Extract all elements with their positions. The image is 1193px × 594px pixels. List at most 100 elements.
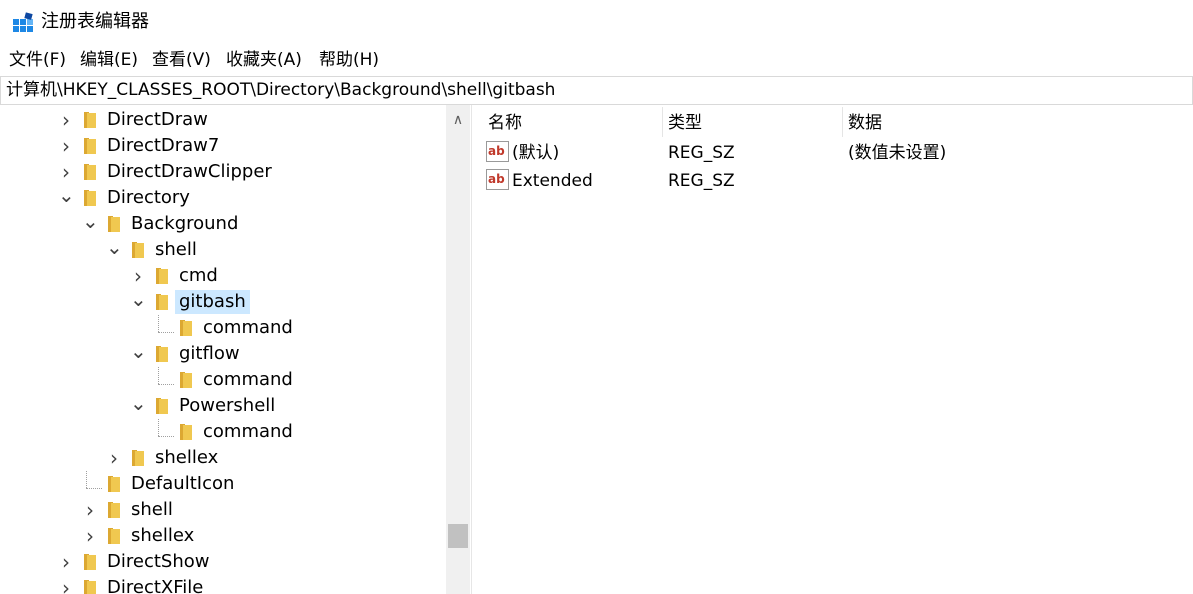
tree-node[interactable]: › shell bbox=[0, 497, 446, 523]
svg-text:ab: ab bbox=[488, 172, 505, 186]
chevron-down-icon[interactable]: ⌄ bbox=[130, 393, 147, 414]
values-list[interactable]: 名称 类型 数据 ab (默认) REG_SZ (数值未设置) ab Extended RE… bbox=[482, 105, 1193, 594]
tree-node[interactable]: ⌄ Background bbox=[0, 211, 446, 237]
folder-icon bbox=[155, 345, 169, 363]
column-header-type[interactable]: 类型 bbox=[668, 111, 702, 135]
value-data: (数值未设置) bbox=[848, 143, 947, 163]
tree-node[interactable]: command bbox=[0, 315, 446, 341]
chevron-down-icon[interactable]: ⌄ bbox=[130, 341, 147, 362]
chevron-down-icon[interactable]: ⌄ bbox=[58, 185, 75, 206]
tree-node-label[interactable]: command bbox=[199, 316, 297, 340]
tree-node-label[interactable]: command bbox=[199, 420, 297, 444]
folder-icon bbox=[83, 111, 97, 129]
chevron-down-icon[interactable]: ⌄ bbox=[130, 289, 147, 310]
chevron-right-icon[interactable]: › bbox=[58, 162, 74, 182]
menu-file[interactable]: 文件(F) bbox=[6, 48, 69, 72]
folder-icon bbox=[179, 423, 193, 441]
tree-node-label[interactable]: Background bbox=[127, 212, 242, 236]
value-name[interactable]: Extended bbox=[512, 169, 593, 193]
tree-node[interactable]: ⌄ Directory bbox=[0, 185, 446, 211]
chevron-right-icon[interactable]: › bbox=[106, 448, 122, 468]
address-bar[interactable]: 计算机\HKEY_CLASSES_ROOT\Directory\Backgrou… bbox=[0, 76, 1193, 105]
folder-icon bbox=[107, 527, 121, 545]
tree-connector-line bbox=[86, 488, 102, 489]
registry-key-tree[interactable]: › DirectDraw › DirectDraw7 › DirectDrawClippe… bbox=[0, 105, 446, 594]
tree-node-label[interactable]: gitbash bbox=[175, 290, 250, 314]
column-divider[interactable] bbox=[842, 107, 843, 137]
scrollbar-thumb[interactable] bbox=[448, 524, 468, 548]
value-row[interactable]: ab Extended REG_SZ bbox=[482, 166, 1193, 194]
tree-node-label[interactable]: cmd bbox=[175, 264, 222, 288]
folder-icon bbox=[83, 553, 97, 571]
chevron-right-icon[interactable]: › bbox=[58, 110, 74, 130]
column-header-name[interactable]: 名称 bbox=[488, 111, 522, 135]
tree-node-label[interactable]: shell bbox=[127, 498, 177, 522]
title-bar: 注册表编辑器 bbox=[0, 0, 1193, 44]
tree-node[interactable]: › shellex bbox=[0, 523, 446, 549]
tree-node-label[interactable]: shellex bbox=[127, 524, 198, 548]
tree-node-label[interactable]: DirectXFile bbox=[103, 576, 207, 594]
value-type: REG_SZ bbox=[668, 143, 735, 163]
tree-connector-line bbox=[158, 384, 174, 385]
tree-node[interactable]: ⌄ gitflow bbox=[0, 341, 446, 367]
tree-node[interactable]: command bbox=[0, 419, 446, 445]
chevron-down-icon[interactable]: ⌄ bbox=[106, 237, 123, 258]
tree-node-label[interactable]: shellex bbox=[151, 446, 222, 470]
tree-node[interactable]: › DirectXFile bbox=[0, 575, 446, 594]
tree-node[interactable]: ⌄ Powershell bbox=[0, 393, 446, 419]
folder-icon bbox=[107, 215, 121, 233]
menu-favorites[interactable]: 收藏夹(A) bbox=[223, 48, 305, 72]
chevron-right-icon[interactable]: › bbox=[58, 552, 74, 572]
column-divider[interactable] bbox=[662, 107, 663, 137]
folder-icon bbox=[155, 293, 169, 311]
chevron-right-icon[interactable]: › bbox=[130, 266, 146, 286]
window-title: 注册表编辑器 bbox=[41, 11, 149, 32]
tree-node-label[interactable]: shell bbox=[151, 238, 201, 262]
folder-icon bbox=[107, 501, 121, 519]
tree-connector-line bbox=[158, 332, 174, 333]
tree-connector-line bbox=[86, 471, 87, 488]
tree-node[interactable]: › shellex bbox=[0, 445, 446, 471]
tree-node-label[interactable]: Powershell bbox=[175, 394, 279, 418]
menu-view[interactable]: 查看(V) bbox=[149, 48, 214, 72]
tree-node[interactable]: ⌄ gitbash bbox=[0, 289, 446, 315]
menu-help[interactable]: 帮助(H) bbox=[316, 48, 382, 72]
tree-node[interactable]: › DirectDraw bbox=[0, 107, 446, 133]
tree-connector-line bbox=[158, 436, 174, 437]
column-header-data[interactable]: 数据 bbox=[848, 111, 882, 135]
folder-icon bbox=[83, 137, 97, 155]
folder-icon bbox=[155, 397, 169, 415]
value-row[interactable]: ab (默认) REG_SZ (数值未设置) bbox=[482, 138, 1193, 166]
value-name[interactable]: (默认) bbox=[512, 141, 559, 165]
tree-node-label[interactable]: DefaultIcon bbox=[127, 472, 238, 496]
address-path[interactable]: 计算机\HKEY_CLASSES_ROOT\Directory\Backgrou… bbox=[6, 78, 555, 103]
chevron-right-icon[interactable]: › bbox=[82, 526, 98, 546]
tree-node[interactable]: DefaultIcon bbox=[0, 471, 446, 497]
string-value-icon: ab bbox=[486, 169, 509, 190]
tree-node[interactable]: ⌄ shell bbox=[0, 237, 446, 263]
registry-editor-icon bbox=[13, 12, 33, 32]
tree-node[interactable]: command bbox=[0, 367, 446, 393]
tree-node-label[interactable]: Directory bbox=[103, 186, 194, 210]
tree-node-label[interactable]: DirectDraw bbox=[103, 108, 212, 132]
scroll-up-arrow-icon[interactable]: ∧ bbox=[446, 109, 470, 131]
tree-node[interactable]: › DirectDraw7 bbox=[0, 133, 446, 159]
tree-node-label[interactable]: command bbox=[199, 368, 297, 392]
tree-node-label[interactable]: DirectDraw7 bbox=[103, 134, 223, 158]
tree-node[interactable]: › DirectShow bbox=[0, 549, 446, 575]
folder-icon bbox=[83, 163, 97, 181]
chevron-right-icon[interactable]: › bbox=[58, 578, 74, 594]
tree-node-label[interactable]: DirectDrawClipper bbox=[103, 160, 276, 184]
tree-node-label[interactable]: DirectShow bbox=[103, 550, 213, 574]
tree-node[interactable]: › DirectDrawClipper bbox=[0, 159, 446, 185]
menu-edit[interactable]: 编辑(E) bbox=[77, 48, 141, 72]
folder-icon bbox=[179, 319, 193, 337]
tree-scrollbar[interactable]: ∧ bbox=[446, 105, 470, 594]
chevron-right-icon[interactable]: › bbox=[82, 500, 98, 520]
tree-node[interactable]: › cmd bbox=[0, 263, 446, 289]
chevron-down-icon[interactable]: ⌄ bbox=[82, 211, 99, 232]
chevron-right-icon[interactable]: › bbox=[58, 136, 74, 156]
tree-node-label[interactable]: gitflow bbox=[175, 342, 244, 366]
folder-icon bbox=[131, 449, 145, 467]
folder-icon bbox=[83, 189, 97, 207]
